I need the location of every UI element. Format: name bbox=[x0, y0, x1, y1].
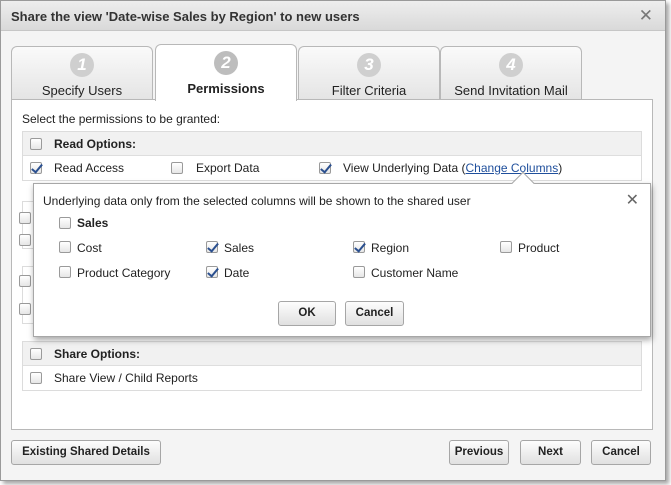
read-options-label: Read Options: bbox=[54, 137, 137, 151]
cancel-button[interactable]: Cancel bbox=[591, 440, 651, 465]
hidden-checkbox[interactable] bbox=[19, 303, 31, 315]
wizard-tabs: 1 Specify Users 2 Permissions 3 Filter C… bbox=[11, 44, 651, 101]
read-options-row: Read Access Export Data View Underlying … bbox=[23, 156, 641, 180]
close-icon[interactable]: ✕ bbox=[639, 6, 653, 26]
hidden-checkbox[interactable] bbox=[19, 275, 31, 287]
permissions-instruction: Select the permissions to be granted: bbox=[22, 112, 221, 126]
tab-filter-criteria[interactable]: 3 Filter Criteria bbox=[298, 46, 440, 100]
export-data-checkbox[interactable] bbox=[171, 162, 183, 174]
view-underlying-data-label: View Underlying Data (Change Columns) bbox=[343, 161, 563, 175]
product-checkbox[interactable] bbox=[500, 241, 512, 253]
share-view-checkbox[interactable] bbox=[30, 372, 42, 384]
close-icon[interactable]: ✕ bbox=[626, 190, 639, 210]
view-underlying-data-checkbox[interactable] bbox=[319, 162, 331, 174]
share-options-header: Share Options: bbox=[23, 342, 641, 366]
ok-button[interactable]: OK bbox=[278, 301, 336, 326]
product-category-label: Product Category bbox=[77, 266, 171, 280]
tab-send-invitation-mail[interactable]: 4 Send Invitation Mail bbox=[440, 46, 582, 100]
read-access-label: Read Access bbox=[54, 161, 125, 175]
next-button[interactable]: Next bbox=[520, 440, 581, 465]
read-options-header: Read Options: bbox=[23, 132, 641, 156]
popup-message: Underlying data only from the selected c… bbox=[43, 194, 471, 208]
step-number-icon: 3 bbox=[357, 53, 381, 77]
tab-permissions[interactable]: 2 Permissions bbox=[155, 44, 297, 101]
change-columns-popup: Underlying data only from the selected c… bbox=[33, 171, 651, 337]
cost-label: Cost bbox=[77, 241, 102, 255]
read-options-checkbox[interactable] bbox=[30, 138, 42, 150]
hidden-checkbox[interactable] bbox=[19, 234, 31, 246]
product-label: Product bbox=[518, 241, 560, 255]
share-options-label: Share Options: bbox=[54, 347, 141, 361]
cost-checkbox[interactable] bbox=[59, 241, 71, 253]
region-checkbox[interactable] bbox=[353, 241, 365, 253]
region-label: Region bbox=[371, 241, 410, 255]
existing-shared-details-button[interactable]: Existing Shared Details bbox=[11, 440, 161, 465]
date-checkbox[interactable] bbox=[206, 266, 218, 278]
step-number-icon: 2 bbox=[214, 51, 238, 75]
sales-checkbox[interactable] bbox=[206, 241, 218, 253]
hidden-checkbox[interactable] bbox=[19, 212, 31, 224]
tab-label: Filter Criteria bbox=[331, 83, 407, 98]
customer-name-label: Customer Name bbox=[371, 266, 459, 280]
dialog-title: Share the view 'Date-wise Sales by Regio… bbox=[11, 9, 360, 24]
sales-group-label: Sales bbox=[77, 216, 109, 230]
title-bar: Share the view 'Date-wise Sales by Regio… bbox=[1, 1, 665, 31]
export-data-label: Export Data bbox=[196, 161, 260, 175]
sales-label: Sales bbox=[224, 241, 255, 255]
read-access-checkbox[interactable] bbox=[30, 162, 42, 174]
previous-button[interactable]: Previous bbox=[449, 440, 509, 465]
product-category-checkbox[interactable] bbox=[59, 266, 71, 278]
customer-name-checkbox[interactable] bbox=[353, 266, 365, 278]
sales-group-checkbox[interactable] bbox=[59, 217, 71, 229]
share-options-row: Share View / Child Reports bbox=[23, 366, 641, 390]
tab-label: Send Invitation Mail bbox=[454, 83, 568, 98]
share-options-section: Share Options: Share View / Child Report… bbox=[22, 341, 642, 391]
date-label: Date bbox=[224, 266, 250, 280]
popup-cancel-button[interactable]: Cancel bbox=[345, 301, 404, 326]
change-columns-link[interactable]: Change Columns bbox=[466, 161, 559, 175]
tab-label: Specify Users bbox=[41, 83, 123, 98]
tab-specify-users[interactable]: 1 Specify Users bbox=[11, 46, 153, 100]
share-options-checkbox[interactable] bbox=[30, 348, 42, 360]
step-number-icon: 1 bbox=[70, 53, 94, 77]
share-view-label: Share View / Child Reports bbox=[54, 371, 198, 385]
read-options-section: Read Options: Read Access Export Data Vi… bbox=[22, 131, 642, 181]
tab-label: Permissions bbox=[187, 81, 265, 96]
step-number-icon: 4 bbox=[499, 53, 523, 77]
